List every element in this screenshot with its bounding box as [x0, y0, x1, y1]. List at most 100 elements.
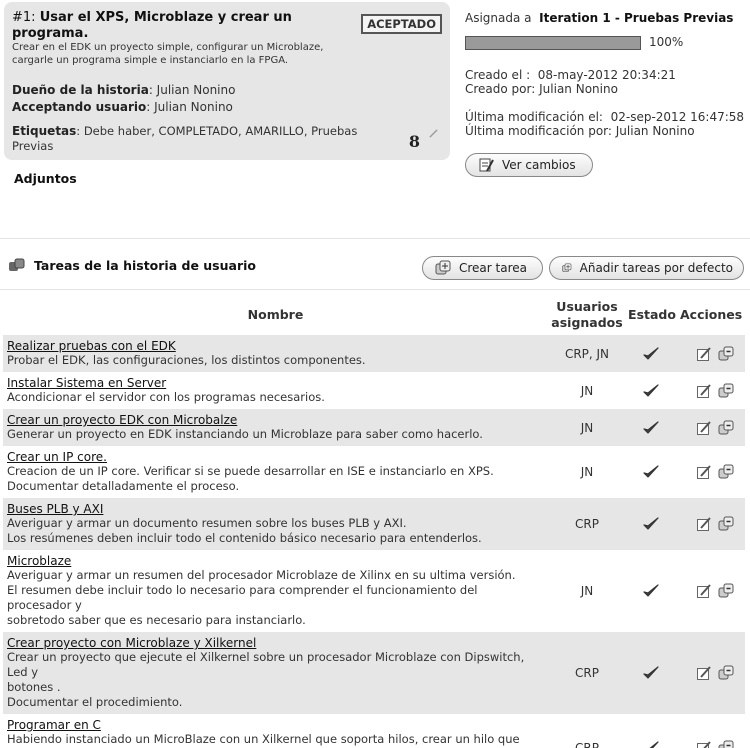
- task-name-cell: Programar en C Habiendo instanciado un Mi…: [3, 714, 545, 748]
- edit-icon[interactable]: [696, 383, 712, 399]
- edit-icon[interactable]: [696, 516, 712, 532]
- check-icon: [643, 584, 659, 597]
- task-link[interactable]: Crear un proyecto EDK con Microbalze: [7, 413, 541, 427]
- divider: [0, 289, 750, 290]
- story-number: #1:: [12, 10, 36, 25]
- column-header-state: Estado: [628, 307, 676, 322]
- edit-points-icon[interactable]: [429, 129, 438, 138]
- divider: [0, 238, 750, 239]
- table-row: Programar en C Habiendo instanciado un Mi…: [3, 714, 745, 748]
- table-row: Crear proyecto con Microblaze y Xilkerne…: [3, 632, 745, 714]
- view-changes-button[interactable]: Ver cambios: [465, 153, 593, 177]
- task-actions: [686, 550, 744, 632]
- task-description: Documentar detalladamente el proceso.: [7, 479, 240, 493]
- add-default-tasks-label: Añadir tareas por defecto: [579, 261, 733, 275]
- task-actions: [686, 632, 744, 714]
- delete-icon[interactable]: [718, 583, 734, 599]
- table-row: Instalar Sistema en Server Acondicionar e…: [3, 372, 745, 409]
- task-actions: [686, 335, 744, 372]
- task-description: Averiguar y armar un documento resumen s…: [7, 516, 407, 530]
- task-link[interactable]: Realizar pruebas con el EDK: [7, 339, 541, 353]
- tasks-title: Tareas de la historia de usuario: [34, 257, 256, 273]
- task-name-cell: Crear un IP core. Creacion de un IP core.…: [3, 446, 545, 498]
- created-by-value: Julian Nonino: [539, 82, 618, 96]
- edit-icon[interactable]: [696, 665, 712, 681]
- task-table: Realizar pruebas con el EDK Probar el EDK…: [3, 335, 745, 748]
- iteration-link[interactable]: Iteration 1 - Pruebas Previas: [539, 11, 733, 25]
- table-row: Crear un IP core. Creacion de un IP core.…: [3, 446, 745, 498]
- story-description: Crear en el EDK un proyecto simple, conf…: [12, 42, 324, 66]
- task-assigned-users: CRP: [575, 740, 599, 748]
- task-description: Probar el EDK, las configuraciones, los …: [7, 353, 366, 367]
- task-name-cell: Realizar pruebas con el EDK Probar el EDK…: [3, 335, 545, 372]
- story-card: #1: Usar el XPS, Microblaze y crear un p…: [4, 2, 450, 160]
- task-link[interactable]: Microblaze: [7, 554, 541, 568]
- column-header-users-line1: Usuarios: [556, 299, 618, 314]
- table-row: Realizar pruebas con el EDK Probar el EDK…: [3, 335, 745, 372]
- check-icon: [643, 383, 659, 397]
- created-by-label: Creado por:: [465, 82, 536, 96]
- story-title-text: Usar el XPS, Microblaze y crear un progr…: [12, 10, 292, 41]
- edit-icon[interactable]: [696, 583, 712, 599]
- task-assigned-users: CRP, JN: [564, 346, 610, 361]
- check-icon: [643, 346, 659, 360]
- task-link[interactable]: Programar en C: [7, 718, 541, 732]
- add-default-tasks-icon: [562, 263, 572, 272]
- task-state: [629, 372, 673, 409]
- task-description: botones .: [7, 680, 61, 694]
- task-link[interactable]: Instalar Sistema en Server: [7, 376, 541, 390]
- task-state: [629, 550, 673, 632]
- delete-icon[interactable]: [718, 346, 734, 362]
- story-title: #1: Usar el XPS, Microblaze y crear un p…: [12, 10, 362, 42]
- task-name-cell: Instalar Sistema en Server Acondicionar e…: [3, 372, 545, 409]
- create-task-label: Crear tarea: [459, 261, 527, 275]
- task-state: [629, 498, 673, 550]
- table-row: Buses PLB y AXI Averiguar y armar un docu…: [3, 498, 745, 550]
- delete-icon[interactable]: [718, 665, 734, 681]
- delete-icon[interactable]: [718, 740, 734, 748]
- delete-icon[interactable]: [718, 383, 734, 399]
- check-icon: [643, 740, 659, 748]
- task-state: [629, 632, 673, 714]
- check-icon: [643, 420, 659, 434]
- task-assigned-users: JN: [580, 584, 594, 598]
- created-on: Creado el : 08-may-2012 20:34:21: [465, 68, 676, 82]
- modified-on: Última modificación el: 02-sep-2012 16:4…: [465, 110, 744, 124]
- accepting-label: Acceptando usuario: [12, 100, 147, 114]
- tasks-header: Tareas de la historia de usuario: [8, 257, 256, 273]
- task-link[interactable]: Buses PLB y AXI: [7, 502, 541, 516]
- task-link[interactable]: Crear proyecto con Microblaze y Xilkerne…: [7, 636, 541, 650]
- task-state: [629, 409, 673, 446]
- task-description: El resumen debe incluir todo lo necesari…: [7, 583, 478, 612]
- modified-on-value: 02-sep-2012 16:47:58: [610, 110, 745, 124]
- tasks-icon: [9, 258, 25, 271]
- task-assigned-users: JN: [580, 383, 594, 398]
- delete-icon[interactable]: [718, 464, 734, 480]
- edit-icon[interactable]: [696, 420, 712, 436]
- attachments-heading: Adjuntos: [14, 171, 77, 186]
- create-task-button[interactable]: Crear tarea: [422, 256, 543, 280]
- edit-icon[interactable]: [696, 464, 712, 480]
- status-badge: ACEPTADO: [361, 14, 442, 34]
- accepting-value: Julian Nonino: [154, 100, 233, 114]
- column-header-users-line2: asignados: [551, 315, 623, 330]
- task-description: Habiendo instanciado un MicroBlaze con u…: [7, 732, 520, 746]
- task-state: [629, 714, 673, 748]
- add-default-tasks-button[interactable]: Añadir tareas por defecto: [549, 256, 744, 280]
- owner-value: Julian Nonino: [156, 83, 236, 97]
- tags-label: Etiquetas: [12, 124, 77, 138]
- created-on-value: 08-may-2012 20:34:21: [537, 68, 676, 82]
- assigned-prefix: Asignada a: [465, 11, 532, 25]
- task-link[interactable]: Crear un IP core.: [7, 450, 541, 464]
- task-description: Creacion de un IP core. Verificar si se …: [7, 464, 494, 478]
- edit-icon[interactable]: [696, 346, 712, 362]
- check-icon: [643, 465, 659, 478]
- story-points: 8: [408, 132, 420, 151]
- delete-icon[interactable]: [718, 516, 734, 532]
- task-assigned-users: JN: [580, 420, 594, 435]
- progress-bar: [465, 36, 641, 50]
- task-state: [629, 335, 673, 372]
- modified-on-label: Última modificación el:: [465, 110, 603, 124]
- delete-icon[interactable]: [718, 420, 734, 436]
- edit-icon[interactable]: [696, 740, 712, 748]
